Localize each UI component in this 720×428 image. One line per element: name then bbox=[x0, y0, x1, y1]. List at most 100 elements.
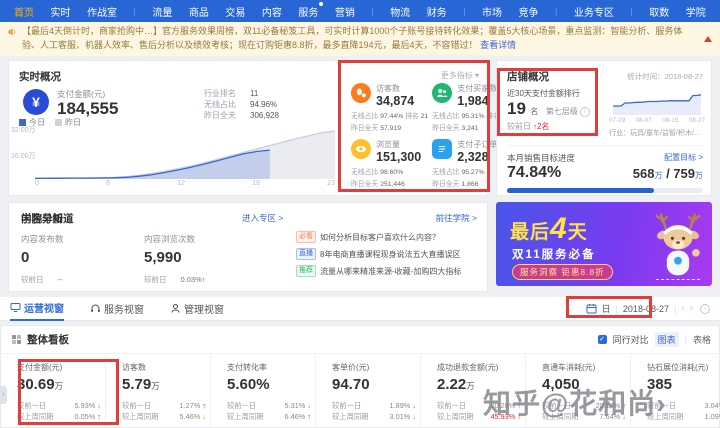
stat-label: 排名 bbox=[405, 113, 419, 120]
date-value[interactable]: 2018-08-27 bbox=[623, 304, 669, 314]
tile-pageviews[interactable]: 浏览量 151,300 无线占比 98.60% 昨日全天 251,446 bbox=[351, 137, 428, 193]
nav-item[interactable]: 内容 bbox=[262, 4, 282, 19]
stat-label: 昨日全天 bbox=[351, 181, 379, 188]
academy-item[interactable]: 推荐 流量从哪来精准来源-收藏-加购四大指标 bbox=[296, 265, 481, 277]
tab-service-view[interactable]: 服务视窗 bbox=[90, 297, 144, 321]
tab-management-view[interactable]: 管理视窗 bbox=[170, 297, 224, 321]
nav-item[interactable]: 商品 bbox=[189, 4, 209, 19]
rank-compare-label: 较前日 bbox=[507, 122, 531, 131]
top-nav: 首页 实时 作战室 | 流量 商品 交易 内容 服务 营销 | 物流 财务 | … bbox=[0, 0, 720, 22]
card-compare-row: 较前一日 1.89% bbox=[332, 400, 416, 411]
nav-item[interactable]: 作战室 bbox=[87, 4, 117, 19]
stat-value: 3,241 bbox=[461, 125, 479, 132]
nav-item[interactable]: | bbox=[463, 6, 465, 16]
view-chart-toggle[interactable]: 图表 bbox=[654, 332, 679, 347]
info-icon[interactable]: i bbox=[700, 303, 710, 314]
legend-yesterday-swatch bbox=[55, 119, 62, 126]
nav-item[interactable]: 实时 bbox=[51, 4, 71, 19]
shop-title: 店铺概况 bbox=[507, 71, 549, 83]
board-title-wrap: 整体看板 bbox=[11, 332, 69, 347]
nav-item[interactable]: 流量 bbox=[152, 4, 172, 19]
goal-config-link[interactable]: 配置目标 > bbox=[664, 152, 703, 163]
panel-collapse-handle[interactable]: ‹ bbox=[0, 386, 7, 404]
nav-item[interactable]: 交易 bbox=[225, 4, 245, 19]
banner-dashed-line bbox=[656, 279, 700, 280]
card-compare-row: 较前一日 1.27% bbox=[122, 400, 206, 411]
promo-banner[interactable]: 最后4天 双11服务必备 服务洞察 钜惠8.8折 bbox=[496, 202, 712, 286]
date-mode[interactable]: 日 bbox=[602, 302, 611, 315]
calendar-icon[interactable] bbox=[586, 303, 597, 314]
rank-unit: 名 bbox=[530, 107, 539, 116]
side-stat-label: 行业排名 bbox=[204, 89, 236, 98]
content-zone-link[interactable]: 进入专区 > bbox=[242, 212, 283, 224]
sub-value: -- bbox=[57, 275, 63, 284]
compare-label: 较前一日 bbox=[17, 401, 47, 410]
nav-item[interactable]: 首页 bbox=[14, 4, 34, 19]
stat-label: 昨日全天 bbox=[432, 181, 460, 188]
goal-slash: / bbox=[662, 166, 674, 181]
card-value-number: 5.79 bbox=[122, 376, 152, 393]
nav-item[interactable]: 业务专区 bbox=[574, 4, 614, 19]
nav-item[interactable]: 取数 bbox=[649, 4, 669, 19]
nav-item[interactable]: | bbox=[555, 6, 557, 16]
academy-link[interactable]: 前往学院 > bbox=[436, 212, 477, 224]
trend-arrow bbox=[202, 275, 206, 284]
board-metric-card[interactable]: 支付转化率 5.60% 较前一日 5.31% 较上周同期 6.46% bbox=[210, 354, 315, 428]
academy-tag: 直播 bbox=[296, 248, 316, 260]
banner-headline-pre: 最后 bbox=[510, 222, 551, 243]
nav-item[interactable]: 服务 bbox=[298, 1, 324, 19]
academy-item[interactable]: 直播 8年电商直播课程现身说法五大直播误区 bbox=[296, 248, 481, 260]
next-day-chevron[interactable]: › bbox=[690, 303, 693, 314]
trend-arrow bbox=[202, 400, 206, 411]
shop-overview-panel: 店铺概况 统计时间：2018-08-27 近30天支付金额排行 19 名 第七层… bbox=[496, 60, 712, 196]
nav-item[interactable]: | bbox=[134, 6, 136, 16]
compare-label: 较上周同期 bbox=[332, 412, 369, 421]
banner-headline: 最后4天 bbox=[510, 212, 588, 246]
nav-item[interactable]: | bbox=[630, 6, 632, 16]
academy-list: 必看 如何分析目标客户喜欢什么内容？ 直播 8年电商直播课程现身说法五大直播误区… bbox=[296, 231, 481, 282]
card-compare-row: 较上周同期 0.05% bbox=[17, 411, 101, 422]
x-tick: 0 bbox=[35, 180, 39, 187]
tile-visitors[interactable]: 访客数 34,874 无线占比 97.44% 排名 21 昨日全天 57,919 bbox=[351, 81, 428, 137]
nav-item[interactable]: 物流 bbox=[390, 4, 410, 19]
trend-arrow bbox=[412, 411, 416, 422]
academy-item-text: 如何分析目标客户喜欢什么内容？ bbox=[320, 232, 440, 242]
compare-value: 1.27% bbox=[179, 401, 201, 410]
compare-value: 6.46% bbox=[284, 412, 306, 421]
nav-item[interactable]: 学院 bbox=[686, 4, 706, 19]
view-table-toggle[interactable]: 表格 bbox=[693, 333, 711, 346]
x-axis-ticks: 0 6 12 18 23 bbox=[35, 180, 335, 187]
more-metrics-link[interactable]: 更多指标 ▾ bbox=[441, 70, 479, 81]
peer-compare-label: 同行对比 bbox=[612, 335, 649, 345]
metric-sub: 较前日 0.03% bbox=[144, 274, 206, 285]
nav-item[interactable]: 竞争 bbox=[519, 4, 539, 19]
compare-value: 3.04% bbox=[704, 401, 720, 410]
nav-item[interactable]: | bbox=[371, 6, 373, 16]
stat-label: 无线占比 bbox=[432, 113, 460, 120]
prev-day-chevron[interactable]: ‹ bbox=[681, 303, 684, 314]
card-compare-rows: 较前一日 5.31% 较上周同期 6.46% bbox=[227, 400, 311, 422]
tab-operations-view[interactable]: 运营视窗 bbox=[10, 297, 64, 321]
notice-detail-link[interactable]: 查看详情 bbox=[480, 40, 516, 50]
card-value-unit: 万 bbox=[151, 381, 160, 391]
info-icon[interactable]: i bbox=[579, 107, 590, 117]
stat-value: 251,446 bbox=[380, 181, 405, 188]
board-metric-card[interactable]: 客单价(元) 94.70 较前一日 1.89% 较上周同期 3.01% bbox=[315, 354, 420, 428]
nav-item[interactable]: 市场 bbox=[482, 4, 502, 19]
card-value-number: 5.60% bbox=[227, 376, 270, 393]
content-metric: 内容发布数 0 较前日 -- bbox=[21, 233, 64, 285]
nav-item[interactable]: 财务 bbox=[427, 4, 447, 19]
board-metric-card[interactable]: 支付金额(元) 30.69万 较前一日 5.93% 较上周同期 0.05% bbox=[1, 354, 105, 428]
stat-value: 95.27% bbox=[461, 169, 485, 176]
stat-label: 昨日全天 bbox=[351, 125, 379, 132]
compare-label: 较前一日 bbox=[437, 401, 467, 410]
goal-total-unit: 万 bbox=[695, 171, 703, 180]
tile-stat-row: 昨日全天 57,919 bbox=[351, 122, 428, 132]
board-metric-card[interactable]: 访客数 5.79万 较前一日 1.27% 较上周同期 5.46% bbox=[105, 354, 210, 428]
peer-compare-checkbox[interactable]: ✓ bbox=[597, 335, 607, 344]
notice-collapse-icon[interactable] bbox=[704, 36, 712, 42]
legend-yesterday: 昨日 bbox=[55, 117, 81, 128]
nav-item[interactable]: 营销 bbox=[335, 4, 355, 19]
metric-value: 5,990 bbox=[144, 249, 182, 266]
academy-item[interactable]: 必看 如何分析目标客户喜欢什么内容？ bbox=[296, 231, 481, 243]
